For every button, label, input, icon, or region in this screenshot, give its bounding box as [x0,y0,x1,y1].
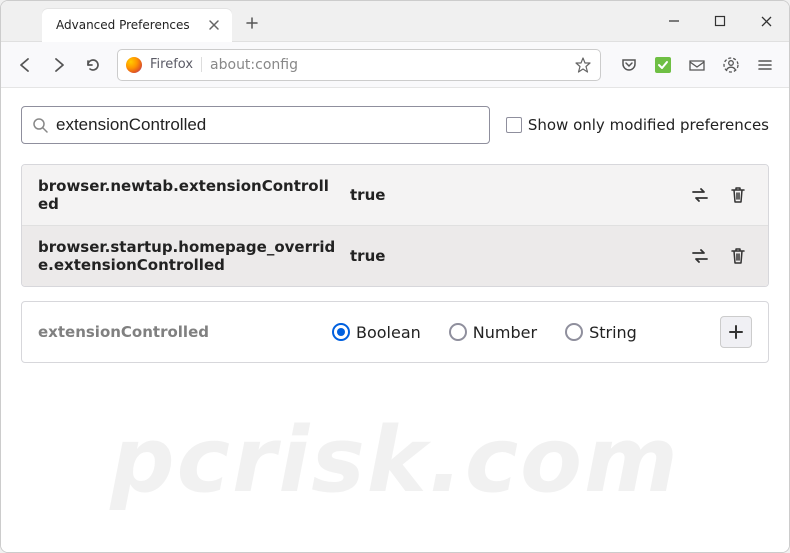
tab-title: Advanced Preferences [56,18,206,32]
minimize-button[interactable] [651,1,697,42]
delete-icon[interactable] [724,181,752,209]
new-preference-name: extensionControlled [38,323,318,341]
window-controls [651,1,789,42]
radio-label: Boolean [356,323,421,342]
close-window-button[interactable] [743,1,789,42]
radio-number[interactable]: Number [449,323,537,342]
address-url: about:config [210,57,566,73]
radio-boolean[interactable]: Boolean [332,323,421,342]
bookmark-star-icon[interactable] [574,56,592,74]
maximize-button[interactable] [697,1,743,42]
preference-value: true [350,186,674,204]
new-tab-button[interactable] [238,9,266,37]
mail-icon[interactable] [681,49,713,81]
search-icon [32,117,48,133]
about-config-content: Show only modified preferences browser.n… [1,88,789,552]
search-preferences-input[interactable] [56,115,479,135]
radio-string[interactable]: String [565,323,637,342]
preference-name: browser.startup.homepage_override.extens… [38,238,338,274]
preference-value: true [350,247,674,265]
preference-name: browser.newtab.extensionControlled [38,177,338,213]
type-options: Boolean Number String [332,323,706,342]
radio-icon [332,323,350,341]
menu-button[interactable] [749,49,781,81]
add-preference-button[interactable] [720,316,752,348]
account-icon[interactable] [715,49,747,81]
delete-icon[interactable] [724,242,752,270]
new-preference-row: extensionControlled Boolean Number Strin… [21,301,769,363]
checkbox-label-text: Show only modified preferences [528,116,769,134]
show-modified-checkbox-label[interactable]: Show only modified preferences [506,116,769,134]
firefox-logo-icon [126,57,142,73]
address-identity: Firefox [150,57,202,72]
show-modified-checkbox[interactable] [506,117,522,133]
pocket-icon[interactable] [613,49,645,81]
browser-tab[interactable]: Advanced Preferences [42,9,232,42]
window-titlebar: Advanced Preferences [1,1,789,42]
close-tab-icon[interactable] [206,17,222,33]
toggle-icon[interactable] [686,242,714,270]
preference-row: browser.newtab.extensionControlled true [22,165,768,225]
preference-row: browser.startup.homepage_override.extens… [22,225,768,286]
forward-button[interactable] [43,49,75,81]
radio-icon [449,323,467,341]
radio-label: String [589,323,637,342]
toggle-icon[interactable] [686,181,714,209]
search-preferences-input-wrapper [21,106,490,144]
reload-button[interactable] [77,49,109,81]
browser-toolbar: Firefox about:config [1,42,789,88]
address-bar[interactable]: Firefox about:config [117,49,601,81]
radio-icon [565,323,583,341]
radio-label: Number [473,323,537,342]
preferences-table: browser.newtab.extensionControlled true … [21,164,769,287]
extension-icon[interactable] [647,49,679,81]
back-button[interactable] [9,49,41,81]
